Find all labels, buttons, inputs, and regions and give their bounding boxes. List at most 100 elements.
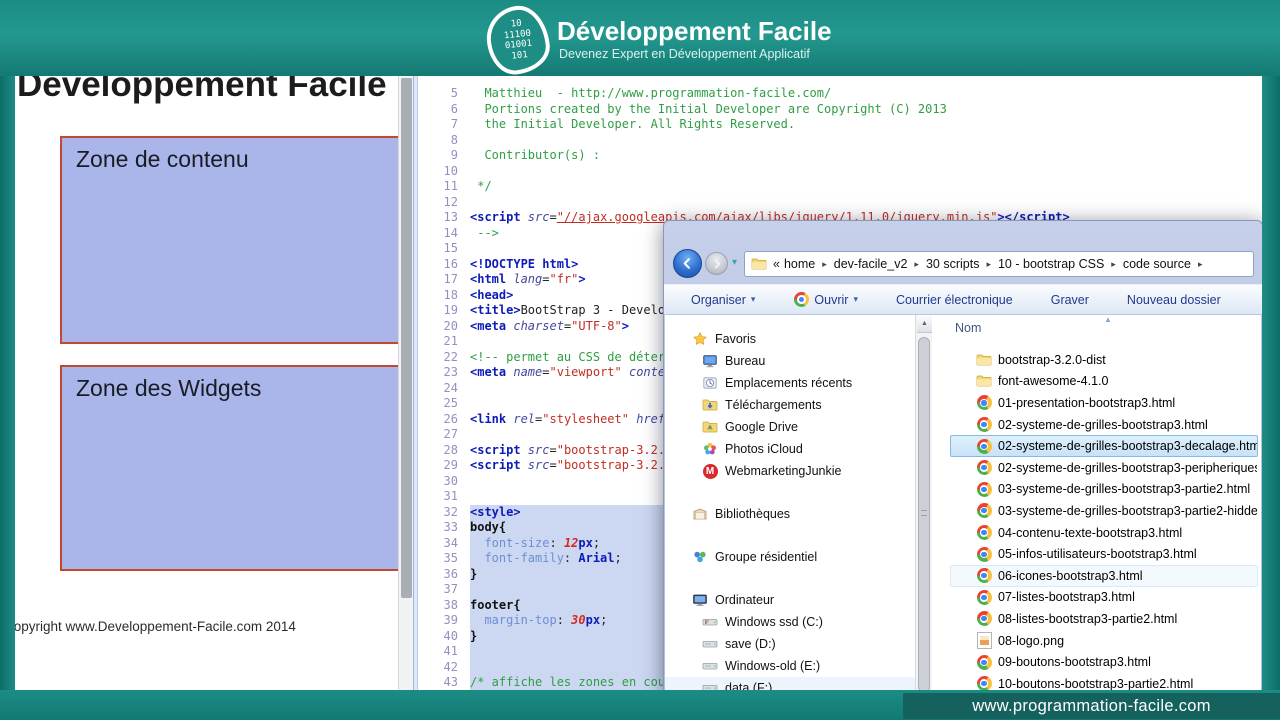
forward-button[interactable] [705, 252, 728, 275]
breadcrumb-separator-icon[interactable]: ▸ [822, 259, 827, 270]
toolbar-graver[interactable]: Graver [1051, 293, 1089, 307]
sidebar-item-save-d-[interactable]: save (D:) [665, 633, 915, 655]
code-text: Portions created by the Initial Develope… [470, 101, 947, 116]
breadcrumb[interactable]: « home ▸ dev-facile_v2 ▸ 30 scripts ▸ 10 - boot… [744, 251, 1254, 277]
drive-icon [702, 636, 718, 652]
sidebar-item-biblioth-ques[interactable]: Bibliothèques [665, 503, 915, 525]
breadcrumb-item[interactable]: code source [1123, 257, 1191, 271]
sidebar-item-t-l-chargements[interactable]: Téléchargements [665, 394, 915, 416]
history-dropdown-icon[interactable]: ▾ [732, 257, 737, 268]
code-line: 9 Contributor(s) : [418, 148, 1262, 164]
computer-icon [692, 592, 708, 608]
file-name: 02-systeme-de-grilles-bootstrap3-periphe… [998, 460, 1257, 475]
line-number: 31 [443, 489, 458, 503]
file-row[interactable]: bootstrap-3.2.0-dist [950, 349, 1258, 371]
sidebar-item-windows-ssd-c-[interactable]: Windows ssd (C:) [665, 611, 915, 633]
sidebar-item-label: save (D:) [725, 637, 776, 651]
toolbar-nouveau-dossier[interactable]: Nouveau dossier [1127, 293, 1221, 307]
file-row[interactable]: 02-systeme-de-grilles-bootstrap3-decalag… [950, 435, 1258, 457]
sidebar-scrollbar[interactable]: ▲ [915, 315, 932, 694]
code-line: 12 [418, 195, 1262, 211]
file-row[interactable]: 03-systeme-de-grilles-bootstrap3-partie2… [950, 479, 1258, 501]
line-number: 17 [443, 272, 458, 286]
file-row[interactable]: 05-infos-utilisateurs-bootstrap3.html [950, 543, 1258, 565]
toolbar-organiser[interactable]: Organiser ▾ [691, 293, 755, 307]
sidebar-item-windows-old-e-[interactable]: Windows-old (E:) [665, 655, 915, 677]
chrome-icon [976, 589, 992, 605]
sidebar-item-label: Bureau [725, 354, 766, 368]
breadcrumb-separator-icon[interactable]: ▸ [986, 259, 991, 270]
sidebar-item-webmarketingjunkie[interactable]: M WebmarketingJunkie [665, 460, 915, 482]
sidebar-item-label: Photos iCloud [725, 442, 803, 456]
sort-caret-icon: ▲ [1104, 315, 1112, 324]
sidebar-item-label: Groupe résidentiel [715, 550, 818, 564]
file-row[interactable]: 07-listes-bootstrap3.html [950, 587, 1258, 609]
file-name: 10-boutons-bootstrap3-partie2.html [998, 676, 1194, 691]
file-row[interactable]: 04-contenu-texte-bootstrap3.html [950, 522, 1258, 544]
line-number: 9 [450, 148, 458, 162]
sidebar-item-label: Windows ssd (C:) [725, 615, 823, 629]
line-number: 7 [450, 117, 458, 131]
line-number: 14 [443, 225, 458, 240]
sidebar-item-google-drive[interactable]: Google Drive [665, 416, 915, 438]
scrollbar-thumb[interactable] [918, 337, 930, 693]
file-row[interactable]: 02-systeme-de-grilles-bootstrap3-periphe… [950, 457, 1258, 479]
file-row[interactable]: 08-listes-bootstrap3-partie2.html [950, 608, 1258, 630]
line-number: 13 [443, 210, 458, 224]
toolbar-courrier-lectronique[interactable]: Courrier électronique [896, 293, 1013, 307]
breadcrumb-separator-icon[interactable]: ▸ [1198, 259, 1203, 270]
back-arrow-icon [683, 258, 690, 269]
line-number: 21 [443, 334, 458, 348]
column-header-nom[interactable]: Nom ▲ [932, 315, 1261, 349]
scrollbar-grip [921, 510, 927, 516]
chrome-icon [976, 654, 992, 670]
toolbar-ouvrir[interactable]: Ouvrir ▾ [793, 292, 858, 308]
file-row[interactable]: font-awesome-4.1.0 [950, 371, 1258, 393]
line-number: 38 [443, 597, 458, 612]
breadcrumb-separator-icon[interactable]: ▸ [1111, 259, 1116, 270]
zone-widgets-label: Zone des Widgets [76, 375, 262, 401]
preview-scrollbar-thumb[interactable] [401, 78, 412, 598]
file-row[interactable]: 06-icones-bootstrap3.html [950, 564, 1258, 587]
image-icon [976, 632, 992, 650]
folder-icon [976, 373, 992, 389]
sidebar-item-ordinateur[interactable]: Ordinateur [665, 589, 915, 611]
sidebar-item-label: Emplacements récents [725, 376, 853, 390]
breadcrumb-item[interactable]: dev-facile_v2 [834, 257, 908, 271]
toolbar-label: Organiser [691, 292, 746, 307]
drive-icon [702, 658, 718, 674]
file-row[interactable]: 08-logo.png [950, 630, 1258, 652]
sidebar-item-emplacements-r-cents[interactable]: Emplacements récents [665, 372, 915, 394]
homegroup-icon [692, 549, 708, 565]
sidebar-item-favoris[interactable]: Favoris [665, 328, 915, 350]
scroll-up-icon[interactable]: ▲ [917, 315, 932, 333]
line-number: 18 [443, 287, 458, 302]
recent-icon [702, 375, 718, 391]
sidebar-item-photos-icloud[interactable]: Photos iCloud [665, 438, 915, 460]
panel-divider [413, 76, 418, 690]
breadcrumb-item[interactable]: home [784, 257, 815, 271]
code-line: 11 */ [418, 179, 1262, 195]
browser-preview-panel: Developpement Facile Zone de contenu Zon… [15, 76, 413, 690]
back-button[interactable] [673, 249, 702, 278]
file-name: 03-systeme-de-grilles-bootstrap3-partie2… [998, 482, 1251, 497]
line-number: 15 [443, 241, 458, 255]
breadcrumb-item[interactable]: 30 scripts [926, 257, 980, 271]
downloads-icon [702, 397, 718, 413]
sidebar-item-bureau[interactable]: Bureau [665, 350, 915, 372]
breadcrumb-item[interactable]: 10 - bootstrap CSS [998, 257, 1104, 271]
toolbar-label: Courrier électronique [895, 292, 1013, 307]
sidebar-item-groupe-r-sidentiel[interactable]: Groupe résidentiel [665, 546, 915, 568]
file-row[interactable]: 02-systeme-de-grilles-bootstrap3.html [950, 414, 1258, 436]
line-number: 37 [443, 582, 458, 596]
file-row[interactable]: 03-systeme-de-grilles-bootstrap3-partie2… [950, 500, 1258, 522]
preview-scrollbar[interactable] [398, 76, 413, 690]
breadcrumb-separator-icon[interactable]: ▸ [914, 259, 919, 270]
file-name: bootstrap-3.2.0-dist [998, 352, 1106, 367]
file-row[interactable]: 09-boutons-bootstrap3.html [950, 651, 1258, 673]
chrome-icon [976, 546, 992, 562]
file-name: 06-icones-bootstrap3.html [998, 568, 1143, 583]
file-row[interactable]: 01-presentation-bootstrap3.html [950, 392, 1258, 414]
